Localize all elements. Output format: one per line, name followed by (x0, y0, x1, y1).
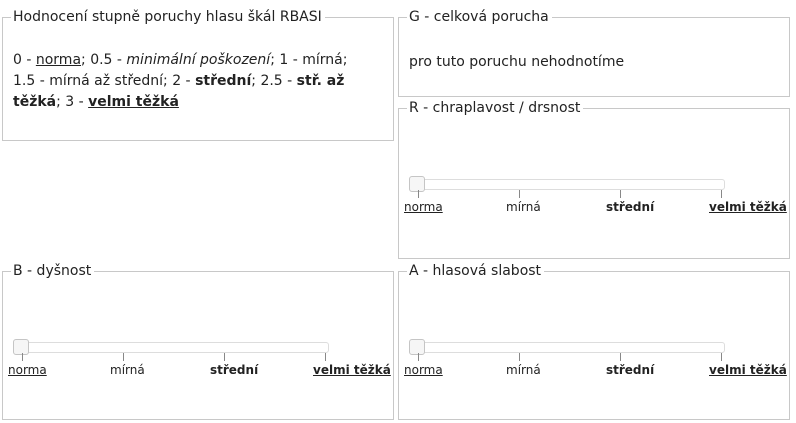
r-slider-handle[interactable] (409, 176, 425, 192)
scale-description-text: 0 - norma; 0.5 - minimální poškození; 1 … (13, 52, 348, 110)
a-tick-0 (418, 353, 419, 361)
r-tick-label-stredni: střední (606, 200, 655, 214)
a-tick-label-mirna: mírná (506, 363, 541, 377)
r-tick-0 (418, 190, 419, 198)
b-tick-2 (224, 353, 225, 361)
b-slider-track[interactable] (17, 342, 329, 353)
r-title: R - chraplavost / drsnost (407, 100, 584, 117)
g-panel: G - celková porucha pro tuto poruchu neh… (398, 9, 790, 97)
g-title: G - celková porucha (407, 9, 552, 26)
r-tick-1 (519, 190, 520, 198)
a-tick-2 (620, 353, 621, 361)
a-tick-label-stredni: střední (606, 363, 655, 377)
scale-description-panel: Hodnocení stupně poruchy hlasu škál RBAS… (2, 9, 394, 141)
scale-stredni: střední (195, 73, 252, 89)
b-tick-3 (325, 353, 326, 361)
r-slider-track[interactable] (413, 179, 725, 190)
r-tick-2 (620, 190, 621, 198)
a-title: A - hlasová slabost (407, 263, 545, 280)
r-tick-3 (721, 190, 722, 198)
a-tick-label-norma: norma (404, 363, 443, 377)
b-panel: B - dyšnost norma mírná střední velmi tě… (2, 263, 394, 420)
scale-velmi-tezka: velmi těžká (88, 94, 179, 110)
b-tick-label-norma: norma (8, 363, 47, 377)
r-tick-label-velmi-tezka: velmi těžká (709, 200, 787, 214)
b-title: B - dyšnost (11, 263, 95, 280)
scale-description-title: Hodnocení stupně poruchy hlasu škál RBAS… (11, 9, 325, 26)
scale-minimal: minimální poškození (126, 52, 271, 68)
b-tick-1 (123, 353, 124, 361)
b-tick-label-mirna: mírná (110, 363, 145, 377)
a-tick-1 (519, 353, 520, 361)
a-tick-label-velmi-tezka: velmi těžká (709, 363, 787, 377)
r-tick-label-mirna: mírná (506, 200, 541, 214)
b-tick-label-velmi-tezka: velmi těžká (313, 363, 391, 377)
a-slider-track[interactable] (413, 342, 725, 353)
a-slider-handle[interactable] (409, 339, 425, 355)
a-tick-3 (721, 353, 722, 361)
r-panel: R - chraplavost / drsnost norma mírná st… (398, 100, 790, 259)
scale-norma: norma (35, 52, 82, 68)
g-text: pro tuto poruchu nehodnotíme (409, 54, 625, 70)
b-tick-0 (22, 353, 23, 361)
b-tick-label-stredni: střední (210, 363, 259, 377)
a-panel: A - hlasová slabost norma mírná střední … (398, 263, 790, 420)
b-slider-handle[interactable] (13, 339, 29, 355)
r-tick-label-norma: norma (404, 200, 443, 214)
